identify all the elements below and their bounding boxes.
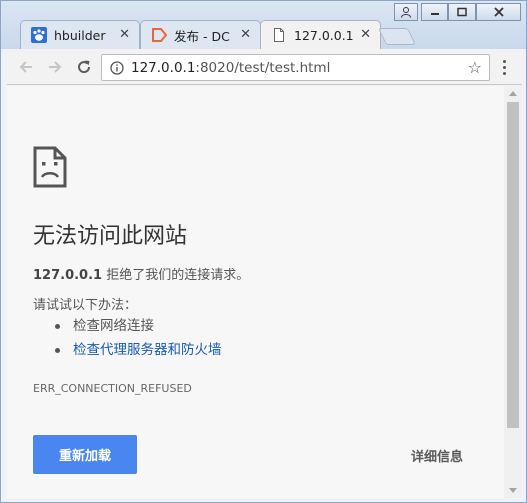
info-icon[interactable] bbox=[110, 60, 124, 75]
close-window-button[interactable] bbox=[476, 3, 521, 21]
close-icon[interactable]: ✕ bbox=[360, 28, 371, 42]
new-tab-button[interactable] bbox=[378, 28, 416, 45]
minimize-button[interactable] bbox=[421, 3, 448, 21]
toolbar: 127.0.0.1:8020/test/test.html ☆ bbox=[7, 49, 522, 85]
sad-page-icon bbox=[33, 146, 67, 192]
dcloud-icon bbox=[151, 27, 167, 43]
close-icon[interactable]: ✕ bbox=[240, 28, 251, 42]
tab-dcloud[interactable]: 发布 - DC ✕ bbox=[140, 20, 261, 49]
tab-active[interactable]: 127.0.0.1 ✕ bbox=[260, 20, 381, 49]
bookmark-star-icon[interactable]: ☆ bbox=[468, 58, 482, 77]
suggestions-label: 请试试以下办法： bbox=[33, 298, 138, 313]
forward-icon[interactable] bbox=[44, 56, 66, 78]
error-code: ERR_CONNECTION_REFUSED bbox=[33, 382, 192, 395]
details-button[interactable]: 详细信息 bbox=[411, 446, 463, 465]
tab-hbuilder[interactable]: hbuilder ✕ bbox=[20, 20, 140, 49]
error-title: 无法访问此网站 bbox=[33, 224, 188, 249]
reload-button[interactable]: 重新加载 bbox=[33, 435, 137, 474]
scroll-down-icon[interactable] bbox=[509, 488, 517, 493]
maximize-button[interactable] bbox=[448, 3, 476, 21]
baidu-paw-icon bbox=[31, 27, 47, 43]
error-host: 127.0.0.1 bbox=[33, 268, 103, 283]
tab-title: 发布 - DC bbox=[174, 28, 230, 44]
scroll-up-icon[interactable] bbox=[509, 91, 517, 96]
suggestion-check-network: 检查网络连接 bbox=[55, 317, 222, 341]
tab-title: hbuilder bbox=[54, 27, 106, 43]
url-path: :8020/test/test.html bbox=[195, 59, 331, 76]
suggestion-check-proxy-link[interactable]: 检查代理服务器和防火墙 bbox=[55, 341, 222, 365]
suggestions-list: 检查网络连接 检查代理服务器和防火墙 bbox=[55, 317, 222, 365]
error-summary-text: 拒绝了我们的连接请求。 bbox=[102, 268, 250, 283]
user-icon[interactable] bbox=[394, 3, 418, 21]
url-text[interactable]: 127.0.0.1:8020/test/test.html bbox=[131, 60, 330, 76]
error-summary: 127.0.0.1 拒绝了我们的连接请求。 bbox=[33, 264, 249, 283]
address-bar[interactable]: 127.0.0.1:8020/test/test.html ☆ bbox=[101, 54, 490, 81]
browser-window: hbuilder ✕ 发布 - DC ✕ 127.0.0.1 ✕ 127.0.0… bbox=[0, 0, 527, 503]
tab-strip: hbuilder ✕ 发布 - DC ✕ 127.0.0.1 ✕ bbox=[1, 1, 526, 49]
error-page: 无法访问此网站 127.0.0.1 拒绝了我们的连接请求。 请试试以下办法： 检… bbox=[7, 86, 504, 498]
page-icon bbox=[271, 27, 287, 43]
close-icon[interactable]: ✕ bbox=[119, 28, 130, 42]
url-host: 127.0.0.1 bbox=[131, 59, 196, 76]
back-icon[interactable] bbox=[15, 56, 37, 78]
tab-title: 127.0.0.1 bbox=[294, 27, 354, 43]
scrollbar[interactable] bbox=[504, 86, 522, 498]
scrollbar-thumb[interactable] bbox=[507, 102, 519, 428]
reload-icon[interactable] bbox=[73, 56, 95, 78]
menu-icon[interactable] bbox=[496, 57, 512, 77]
